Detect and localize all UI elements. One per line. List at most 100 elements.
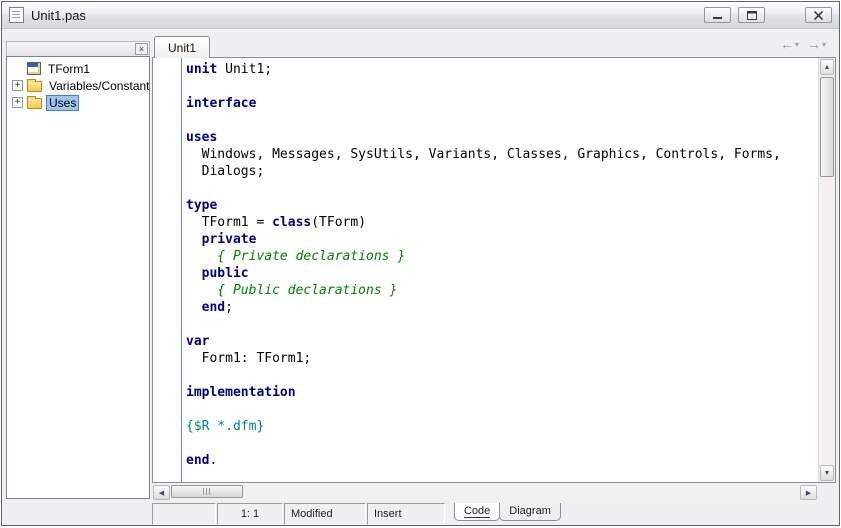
code-line[interactable]: {$R *.dfm} [186, 418, 818, 435]
code-line[interactable]: unit Unit1; [186, 61, 818, 78]
close-button[interactable] [805, 7, 832, 23]
view-tabs: Code Diagram [454, 503, 561, 525]
code-line[interactable] [186, 180, 818, 197]
scroll-left-button[interactable]: ◀ [153, 485, 170, 500]
view-tab-diagram[interactable]: Diagram [499, 503, 561, 521]
statusbar: 1: 1 Modified Insert Code Diagram [152, 503, 836, 525]
tab-label: Unit1 [168, 40, 197, 55]
maximize-icon [746, 10, 757, 20]
code-segment: (TForm) [311, 215, 367, 230]
code-segment: end [186, 453, 210, 468]
code-line[interactable]: implementation [186, 384, 818, 401]
code-line[interactable]: Dialogs; [186, 163, 818, 180]
code-segment: unit [186, 62, 218, 77]
navigate-forward-button[interactable]: → ▾ [803, 37, 830, 51]
horizontal-scroll-thumb[interactable] [171, 485, 243, 498]
main-area: × TForm1 + Variables/Constants + Uses Unit1 … [2, 29, 839, 525]
scroll-up-button[interactable]: ▲ [820, 59, 834, 75]
back-arrow-icon: ← [779, 36, 794, 52]
vertical-scroll-track[interactable] [819, 76, 835, 464]
window-controls [697, 7, 832, 23]
code-line[interactable]: uses [186, 129, 818, 146]
expand-plus-icon[interactable]: + [12, 80, 23, 91]
tree-item-label: Variables/Constants [49, 78, 150, 93]
ide-editor-window: Unit1.pas × TForm1 + Variables/Constants + U… [1, 1, 840, 526]
code-segment: Windows, Messages, SysUtils, Variants, C… [186, 147, 781, 162]
vertical-scrollbar[interactable]: ▲ ▼ [818, 58, 835, 482]
navigate-back-button[interactable]: ← ▾ [776, 37, 803, 51]
code-line[interactable] [186, 401, 818, 418]
forward-arrow-icon: → [806, 36, 821, 52]
code-line[interactable]: private [186, 231, 818, 248]
horizontal-scrollbar[interactable]: ◀ ▶ [152, 484, 836, 501]
scroll-down-button[interactable]: ▼ [820, 465, 834, 481]
minimize-button[interactable] [704, 7, 731, 23]
code-segment: ; [225, 300, 233, 315]
code-segment: {$R *.dfm} [186, 419, 265, 434]
scroll-right-button[interactable]: ▶ [800, 485, 817, 500]
code-segment: TForm1 = [186, 215, 273, 230]
code-segment: uses [186, 130, 218, 145]
tree-item-tform1[interactable]: TForm1 [7, 60, 149, 77]
back-dropdown-icon: ▾ [794, 39, 799, 49]
code-line[interactable]: Windows, Messages, SysUtils, Variants, C… [186, 146, 818, 163]
code-line[interactable] [186, 112, 818, 129]
code-explorer-tree: TForm1 + Variables/Constants + Uses [6, 56, 150, 499]
gutter-line [181, 58, 182, 482]
editor-frame: unit Unit1; interface uses Windows, Messag… [152, 57, 836, 483]
tab-unit1[interactable]: Unit1 [154, 36, 211, 58]
editor-tabbar: Unit1 ← ▾ → ▾ [152, 32, 836, 58]
code-line[interactable]: end; [186, 299, 818, 316]
view-tab-label: Diagram [509, 505, 551, 517]
code-line[interactable]: Form1: TForm1; [186, 350, 818, 367]
code-segment: { Public declarations } [186, 283, 398, 298]
code-line[interactable] [186, 367, 818, 384]
code-line[interactable]: { Private declarations } [186, 248, 818, 265]
forward-dropdown-icon: ▾ [821, 39, 826, 49]
code-explorer-panel: × TForm1 + Variables/Constants + Uses [6, 41, 150, 499]
code-segment: Form1: TForm1; [186, 351, 312, 366]
code-explorer-header: × [6, 41, 150, 56]
code-line[interactable]: { Public declarations } [186, 282, 818, 299]
code-line[interactable] [186, 316, 818, 333]
code-segment: { Private declarations } [186, 249, 406, 264]
maximize-button[interactable] [738, 7, 765, 23]
code-segment: type [186, 198, 218, 213]
form-icon [27, 62, 41, 75]
cursor-position: 1: 1 [217, 503, 283, 525]
tree-item-label: TForm1 [48, 61, 90, 76]
view-tab-code[interactable]: Code [454, 503, 501, 521]
code-segment: interface [186, 96, 257, 111]
code-line[interactable]: type [186, 197, 818, 214]
code-segment: private [201, 232, 257, 247]
code-line[interactable]: end. [186, 452, 818, 469]
code-line[interactable]: public [186, 265, 818, 282]
code-line[interactable] [186, 78, 818, 95]
code-line[interactable]: interface [186, 95, 818, 112]
explorer-close-button[interactable]: × [135, 43, 148, 55]
horizontal-scroll-track[interactable] [171, 484, 799, 501]
titlebar[interactable]: Unit1.pas [2, 2, 839, 29]
code-editor[interactable]: unit Unit1; interface uses Windows, Messag… [153, 58, 818, 482]
vertical-scroll-thumb[interactable] [820, 77, 834, 177]
insert-mode-status: Insert [367, 503, 445, 525]
statusbar-panel-empty [152, 503, 216, 525]
minimize-icon [713, 16, 722, 19]
code-segment: implementation [186, 385, 296, 400]
navigation-arrows: ← ▾ → ▾ [776, 37, 830, 51]
code-segment: Unit1; [217, 62, 273, 77]
code-segment: end [201, 300, 226, 315]
tree-item-uses[interactable]: + Uses [7, 94, 149, 111]
code-line[interactable]: TForm1 = class(TForm) [186, 214, 818, 231]
expand-plus-icon[interactable]: + [12, 97, 23, 108]
tree-item-variables-constants[interactable]: + Variables/Constants [7, 77, 149, 94]
code-line[interactable]: var [186, 333, 818, 350]
code-line[interactable] [186, 435, 818, 452]
window-title: Unit1.pas [31, 7, 86, 23]
folder-icon [27, 96, 42, 109]
tree-item-label: Uses [46, 94, 80, 111]
